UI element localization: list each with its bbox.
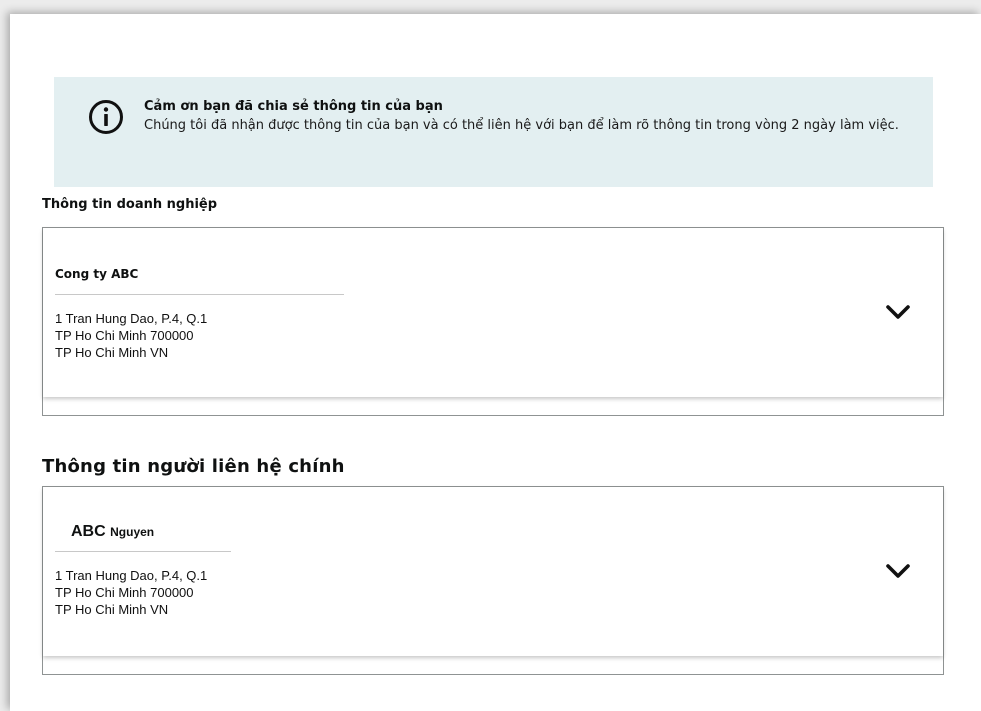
contact-first-name: ABC xyxy=(71,523,106,540)
business-address: 1 Tran Hung Dao, P.4, Q.1 TP Ho Chi Minh… xyxy=(55,310,207,361)
page-frame: Cảm ơn bạn đã chia sẻ thông tin của bạn … xyxy=(10,14,981,711)
business-address-line3: TP Ho Chi Minh VN xyxy=(55,345,169,360)
contact-address-line1: 1 Tran Hung Dao, P.4, Q.1 xyxy=(55,568,208,583)
contact-address: 1 Tran Hung Dao, P.4, Q.1 TP Ho Chi Minh… xyxy=(55,567,207,618)
business-section-title: Thông tin doanh nghiệp xyxy=(42,197,218,212)
contact-section-title: Thông tin người liên hệ chính xyxy=(42,456,345,477)
business-card-content[interactable]: Cong ty ABC 1 Tran Hung Dao, P.4, Q.1 TP… xyxy=(43,228,943,397)
business-address-line1: 1 Tran Hung Dao, P.4, Q.1 xyxy=(55,311,208,326)
confirmation-banner: Cảm ơn bạn đã chia sẻ thông tin của bạn … xyxy=(54,77,933,187)
chevron-down-icon[interactable] xyxy=(885,562,911,580)
contact-address-line2: TP Ho Chi Minh 700000 xyxy=(55,585,194,600)
business-name-divider xyxy=(55,294,344,295)
contact-last-name: Nguyen xyxy=(110,525,155,539)
contact-address-line3: TP Ho Chi Minh VN xyxy=(55,602,169,617)
business-name: Cong ty ABC xyxy=(55,267,139,281)
business-address-line2: TP Ho Chi Minh 700000 xyxy=(55,328,194,343)
contact-name-divider xyxy=(55,551,231,552)
contact-card-content[interactable]: ABC Nguyen 1 Tran Hung Dao, P.4, Q.1 TP … xyxy=(43,487,943,656)
chevron-down-icon[interactable] xyxy=(885,303,911,321)
info-circle-icon xyxy=(89,100,123,134)
banner-message: Chúng tôi đã nhận được thông tin của bạn… xyxy=(144,118,899,133)
contact-card: ABC Nguyen 1 Tran Hung Dao, P.4, Q.1 TP … xyxy=(42,486,944,675)
contact-name: ABC Nguyen xyxy=(71,523,154,541)
business-card: Cong ty ABC 1 Tran Hung Dao, P.4, Q.1 TP… xyxy=(42,227,944,416)
banner-title: Cảm ơn bạn đã chia sẻ thông tin của bạn xyxy=(144,99,443,114)
